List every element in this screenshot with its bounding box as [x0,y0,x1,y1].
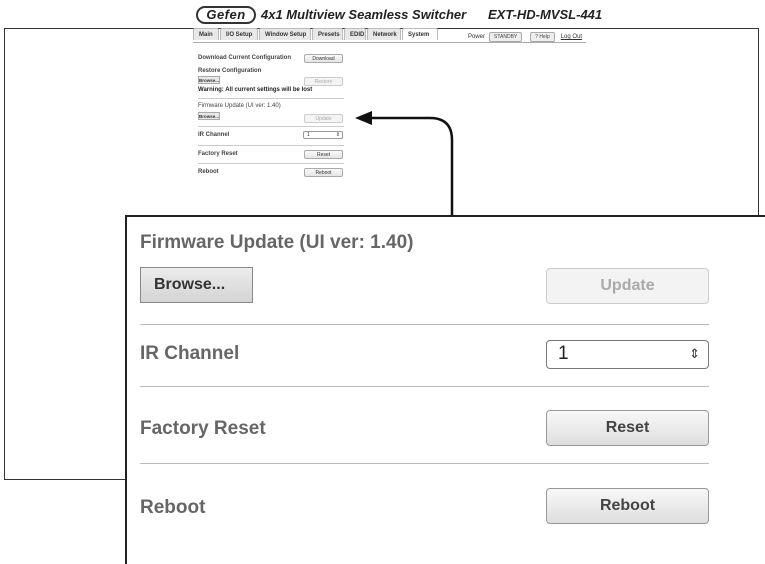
zoom-ir-channel-value: 1 [558,343,569,364]
zoom-update-button[interactable]: Update [546,268,709,304]
zoom-firmware-update-label: Firmware Update (UI ver: 1.40) [140,232,414,253]
zoom-separator [140,463,709,464]
zoom-separator [140,324,709,325]
zoom-reboot-label: Reboot [140,497,206,518]
zoom-reboot-button[interactable]: Reboot [546,488,709,524]
zoom-separator [140,386,709,387]
zoomed-callout: Firmware Update (UI ver: 1.40) Browse...… [125,215,765,564]
zoom-factory-reset-label: Factory Reset [140,418,266,439]
up-down-chevron-icon: ⇕ [689,346,700,361]
zoom-browse-button[interactable]: Browse... [140,267,253,303]
zoom-reset-button[interactable]: Reset [546,410,709,446]
arrow-left-icon [355,111,372,125]
zoom-ir-channel-select[interactable]: 1 ⇕ [546,340,709,369]
zoom-ir-channel-label: IR Channel [140,343,240,364]
